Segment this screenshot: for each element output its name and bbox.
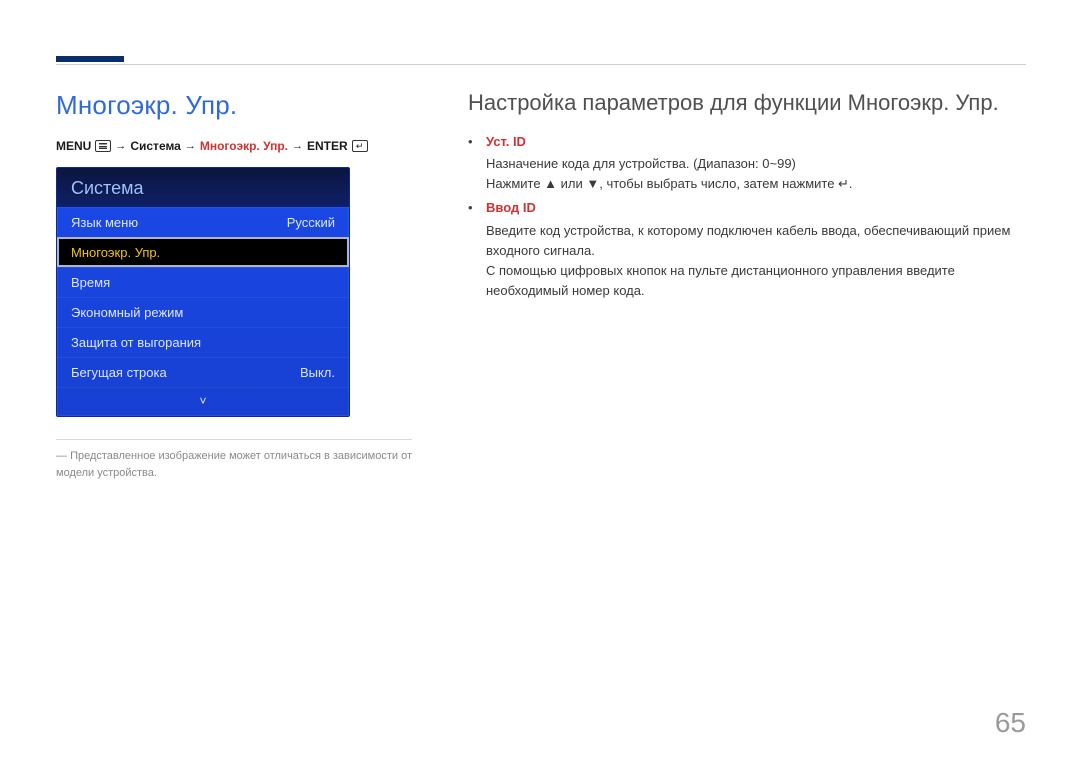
feature-line: С помощью цифровых кнопок на пульте дист… (486, 261, 1026, 301)
chevron-down-icon: ˅ (199, 394, 206, 408)
feature-line-text: Нажмите ▲ или ▼, чтобы выбрать число, за… (486, 176, 853, 191)
right-title: Настройка параметров для функции Многоэк… (468, 90, 1026, 116)
osd-row[interactable]: Время (57, 267, 349, 297)
osd-row-value: Выкл. (300, 365, 335, 380)
osd-row[interactable]: Бегущая строка Выкл. (57, 357, 349, 387)
section-title: Многоэкр. Упр. (56, 90, 412, 121)
left-column: Многоэкр. Упр. MENU → Система → Многоэкр… (56, 90, 412, 481)
disclaimer-text: ― Представленное изображение может отлич… (56, 448, 412, 481)
osd-title: Система (57, 168, 349, 207)
osd-row[interactable]: Язык меню Русский (57, 207, 349, 237)
feature-line: Назначение кода для устройства. (Диапазо… (486, 154, 1026, 174)
breadcrumb-menu-label: MENU (56, 139, 91, 153)
osd-row-value: Русский (287, 215, 335, 230)
osd-panel: Система Язык меню Русский Многоэкр. Упр.… (56, 167, 350, 417)
osd-row-label: Бегущая строка (71, 365, 167, 380)
caption-prefix: ― (56, 450, 70, 462)
osd-row[interactable]: Защита от выгорания (57, 327, 349, 357)
osd-row-label: Язык меню (71, 215, 138, 230)
page-number: 65 (995, 707, 1026, 739)
breadcrumb: MENU → Система → Многоэкр. Упр. → ENTER (56, 139, 412, 153)
feature-body: Уст. ID Назначение кода для устройства. … (486, 132, 1026, 194)
osd-row-label: Экономный режим (71, 305, 183, 320)
menu-icon (95, 140, 111, 152)
arrow-right-icon: → (292, 140, 303, 152)
osd-row-label: Защита от выгорания (71, 335, 201, 350)
bullet-icon: • (468, 198, 476, 301)
feature-line: Введите код устройства, к которому подкл… (486, 221, 1026, 261)
left-divider (56, 439, 412, 440)
feature-list: • Уст. ID Назначение кода для устройства… (468, 132, 1026, 301)
right-column: Настройка параметров для функции Многоэк… (468, 90, 1026, 481)
arrow-right-icon: → (185, 140, 196, 152)
feature-line: Нажмите ▲ или ▼, чтобы выбрать число, за… (486, 174, 1026, 194)
osd-scroll-indicator[interactable]: ˅ (57, 387, 349, 416)
osd-row[interactable]: Экономный режим (57, 297, 349, 327)
osd-row-label: Многоэкр. Упр. (71, 245, 160, 260)
arrow-right-icon: → (115, 140, 126, 152)
feature-head: Уст. ID (486, 132, 1026, 152)
enter-icon (352, 140, 368, 152)
breadcrumb-step-2: Многоэкр. Упр. (200, 139, 288, 153)
bullet-icon: • (468, 132, 476, 194)
feature-item: • Ввод ID Введите код устройства, к кото… (468, 198, 1026, 301)
feature-head: Ввод ID (486, 198, 1026, 218)
content-columns: Многоэкр. Упр. MENU → Система → Многоэкр… (56, 90, 1026, 481)
feature-item: • Уст. ID Назначение кода для устройства… (468, 132, 1026, 194)
header-accent (56, 56, 124, 62)
caption-body: Представленное изображение может отличат… (56, 450, 412, 479)
breadcrumb-enter-label: ENTER (307, 139, 348, 153)
header-rule (56, 64, 1026, 65)
breadcrumb-step-1: Система (130, 139, 181, 153)
manual-page: Многоэкр. Упр. MENU → Система → Многоэкр… (0, 0, 1080, 763)
feature-body: Ввод ID Введите код устройства, к которо… (486, 198, 1026, 301)
top-bar (56, 56, 1026, 68)
osd-row-selected[interactable]: Многоэкр. Упр. (57, 237, 349, 267)
osd-row-label: Время (71, 275, 110, 290)
